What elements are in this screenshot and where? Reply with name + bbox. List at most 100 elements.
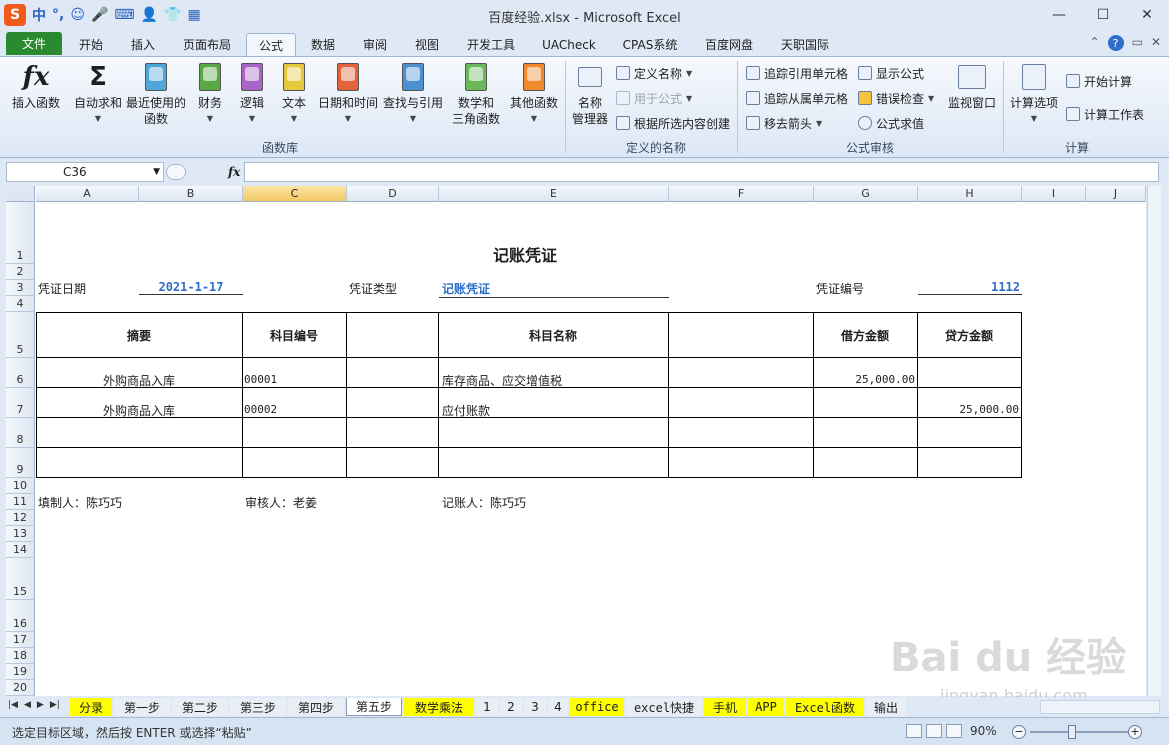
- tab-review[interactable]: 审阅: [354, 33, 396, 56]
- column-header-j[interactable]: J: [1086, 186, 1146, 202]
- maximize-button[interactable]: ☐: [1081, 0, 1125, 30]
- math-trig-button[interactable]: 数学和 三角函数: [446, 61, 506, 135]
- first-sheet-icon[interactable]: |◀: [8, 700, 18, 710]
- row-header[interactable]: 15: [6, 558, 35, 600]
- column-header-c[interactable]: C: [243, 186, 347, 202]
- minimize-ribbon-icon[interactable]: ⌃: [1090, 35, 1100, 51]
- row-header[interactable]: 5: [6, 312, 35, 358]
- restore-workbook-icon[interactable]: ▭: [1132, 35, 1143, 51]
- row-header[interactable]: 14: [6, 542, 35, 558]
- insert-function-button[interactable]: fx 插入函数: [8, 61, 64, 135]
- row-header[interactable]: 6: [6, 358, 35, 388]
- name-box-dropdown-icon[interactable]: ▼: [153, 163, 160, 181]
- close-button[interactable]: ✕: [1125, 0, 1169, 30]
- next-sheet-icon[interactable]: ▶: [37, 700, 44, 710]
- row-header[interactable]: 9: [6, 448, 35, 478]
- row-header[interactable]: 10: [6, 478, 35, 494]
- row-header[interactable]: 19: [6, 664, 35, 680]
- tab-uacheck[interactable]: UACheck: [536, 33, 602, 56]
- zoom-slider[interactable]: [1030, 731, 1128, 733]
- text-button[interactable]: 文本 ▼: [276, 61, 312, 135]
- sheet-tab[interactable]: 第三步: [230, 698, 286, 716]
- zoom-slider-thumb[interactable]: [1068, 725, 1076, 739]
- tab-baidu-netdisk[interactable]: 百度网盘: [698, 33, 760, 56]
- vertical-scrollbar[interactable]: [1147, 186, 1161, 696]
- row-header[interactable]: 18: [6, 648, 35, 664]
- column-header-a[interactable]: A: [36, 186, 139, 202]
- use-in-formula-button[interactable]: 用于公式 ▼: [616, 88, 692, 108]
- row-header[interactable]: 1: [6, 202, 35, 264]
- calculate-sheet-button[interactable]: 计算工作表: [1066, 104, 1144, 124]
- horizontal-scrollbar[interactable]: [1040, 700, 1160, 714]
- sheet-tab[interactable]: 输出: [866, 698, 906, 716]
- select-all-corner[interactable]: [6, 186, 35, 202]
- close-workbook-icon[interactable]: ✕: [1151, 35, 1161, 51]
- row-header[interactable]: 7: [6, 388, 35, 418]
- show-formulas-button[interactable]: 显示公式: [858, 63, 924, 83]
- define-name-button[interactable]: 定义名称 ▼: [616, 63, 692, 83]
- column-header-d[interactable]: D: [347, 186, 439, 202]
- sheet-tab[interactable]: 第一步: [114, 698, 170, 716]
- minimize-button[interactable]: —: [1037, 0, 1081, 30]
- date-time-button[interactable]: 日期和时间 ▼: [316, 61, 380, 135]
- watch-window-button[interactable]: 监视窗口: [944, 61, 1000, 135]
- insert-function-fx-icon[interactable]: fx: [228, 165, 240, 179]
- row-header[interactable]: 20: [6, 680, 35, 696]
- sheet-tab[interactable]: excel快捷: [626, 698, 702, 716]
- row-header[interactable]: 4: [6, 296, 35, 312]
- formula-input[interactable]: [244, 162, 1159, 182]
- financial-button[interactable]: 财务 ▼: [192, 61, 228, 135]
- page-break-view-icon[interactable]: [946, 724, 962, 738]
- tab-page-layout[interactable]: 页面布局: [176, 33, 238, 56]
- sheet-tab[interactable]: APP: [748, 698, 784, 716]
- more-functions-button[interactable]: 其他函数 ▼: [508, 61, 560, 135]
- last-sheet-icon[interactable]: ▶|: [50, 700, 60, 710]
- sheet-tab[interactable]: 3: [524, 698, 546, 716]
- remove-arrows-button[interactable]: 移去箭头 ▼: [746, 113, 822, 133]
- sheet-tab-active[interactable]: 第五步: [346, 698, 402, 716]
- row-header[interactable]: 8: [6, 418, 35, 448]
- page-layout-view-icon[interactable]: [926, 724, 942, 738]
- trace-precedents-button[interactable]: 追踪引用单元格: [746, 63, 848, 83]
- error-checking-button[interactable]: 错误检查 ▼: [858, 88, 934, 108]
- column-header-h[interactable]: H: [918, 186, 1022, 202]
- column-header-i[interactable]: I: [1022, 186, 1086, 202]
- tab-file[interactable]: 文件: [6, 32, 62, 55]
- help-icon[interactable]: ?: [1107, 35, 1124, 51]
- zoom-in-icon[interactable]: +: [1128, 725, 1142, 739]
- tab-developer[interactable]: 开发工具: [460, 33, 522, 56]
- sheet-tab[interactable]: 4: [548, 698, 568, 716]
- row-header[interactable]: 2: [6, 264, 35, 280]
- tab-cpas[interactable]: CPAS系统: [614, 33, 686, 56]
- logical-button[interactable]: 逻辑 ▼: [234, 61, 270, 135]
- create-from-selection-button[interactable]: 根据所选内容创建: [616, 113, 730, 133]
- formula-bar-expand-button[interactable]: [166, 164, 186, 180]
- column-header-f[interactable]: F: [669, 186, 814, 202]
- worksheet-grid[interactable]: A B C D E F G H I J 1 2 3 4 5 6 7 8 9 10…: [6, 186, 1146, 696]
- normal-view-icon[interactable]: [906, 724, 922, 738]
- evaluate-formula-button[interactable]: 公式求值: [858, 113, 924, 133]
- name-manager-button[interactable]: 名称 管理器: [570, 61, 610, 135]
- row-header[interactable]: 11: [6, 494, 35, 510]
- calculate-now-button[interactable]: 开始计算: [1066, 71, 1132, 91]
- zoom-out-icon[interactable]: −: [1012, 725, 1026, 739]
- row-header[interactable]: 13: [6, 526, 35, 542]
- sheet-tab[interactable]: 第四步: [288, 698, 344, 716]
- tab-view[interactable]: 视图: [406, 33, 448, 56]
- trace-dependents-button[interactable]: 追踪从属单元格: [746, 88, 848, 108]
- sheet-tab[interactable]: 2: [500, 698, 522, 716]
- sheet-tab[interactable]: 数学乘法: [404, 698, 474, 716]
- prev-sheet-icon[interactable]: ◀: [24, 700, 31, 710]
- lookup-reference-button[interactable]: 查找与引用 ▼: [382, 61, 444, 135]
- calculation-options-button[interactable]: 计算选项 ▼: [1006, 61, 1062, 135]
- column-header-b[interactable]: B: [139, 186, 243, 202]
- tab-formulas[interactable]: 公式: [246, 33, 296, 56]
- sheet-tab[interactable]: Excel函数: [786, 698, 864, 716]
- row-header[interactable]: 17: [6, 632, 35, 648]
- tab-insert[interactable]: 插入: [122, 33, 164, 56]
- tab-data[interactable]: 数据: [302, 33, 344, 56]
- recently-used-button[interactable]: 最近使用的 函数: [124, 61, 188, 135]
- zoom-level[interactable]: 90%: [970, 724, 997, 738]
- column-header-g[interactable]: G: [814, 186, 918, 202]
- sheet-tab[interactable]: 手机: [704, 698, 746, 716]
